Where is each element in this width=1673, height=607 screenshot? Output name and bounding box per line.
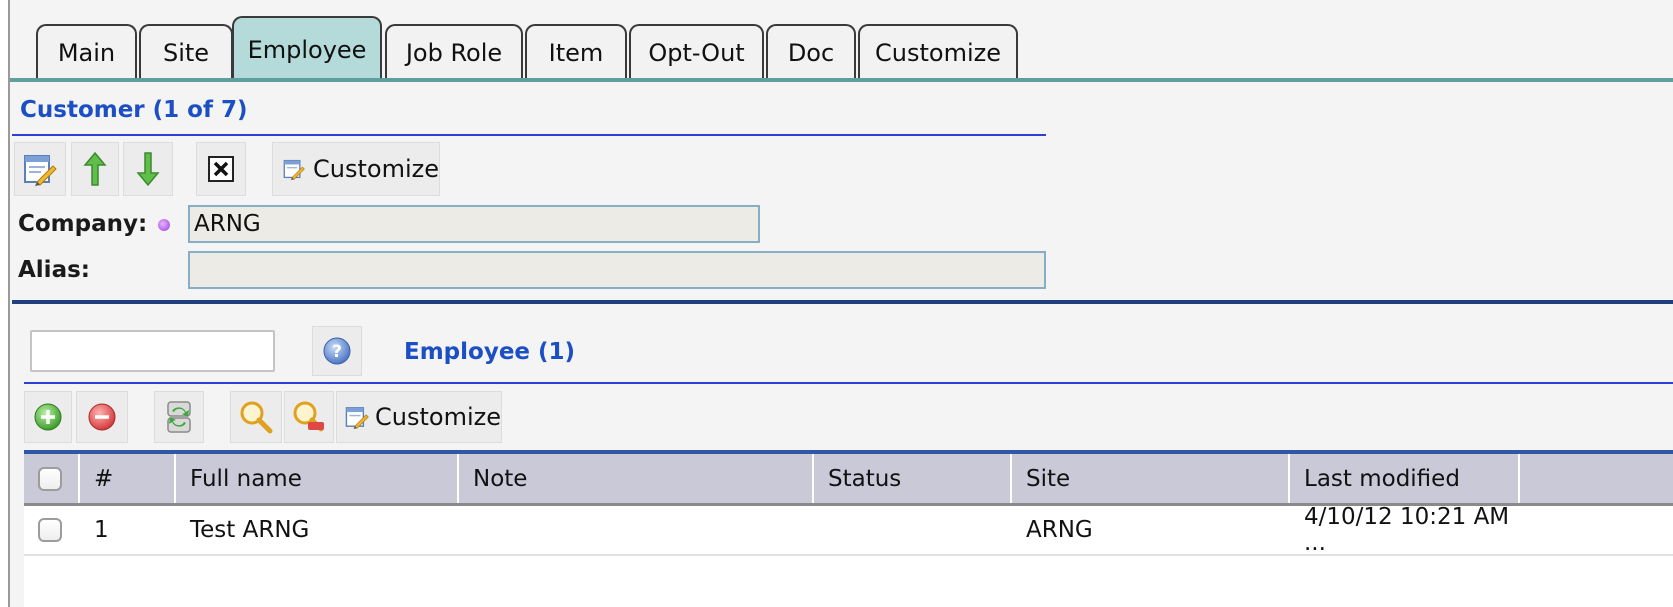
help-button[interactable]: ? xyxy=(312,326,362,376)
tab-employee[interactable]: Employee xyxy=(232,16,382,82)
delete-button[interactable] xyxy=(196,142,246,196)
search-icon xyxy=(240,401,273,434)
company-field[interactable]: ARNG xyxy=(188,205,760,243)
employee-search-input[interactable] xyxy=(30,330,275,372)
row-last-modified: 4/10/12 10:21 AM ... xyxy=(1304,504,1510,556)
tab-bar-underline xyxy=(10,78,1673,82)
tab-main[interactable]: Main xyxy=(36,24,137,80)
section-divider xyxy=(12,300,1673,304)
tab-bar: Main Site Employee Job Role Item Opt-Out… xyxy=(10,0,1673,82)
customize-label: Customize xyxy=(313,155,439,183)
search-button[interactable] xyxy=(230,391,282,443)
close-box-icon xyxy=(208,156,234,182)
customer-section-title: Customer (1 of 7) xyxy=(20,97,248,123)
header-status[interactable]: Status xyxy=(814,454,1012,503)
header-full-name[interactable]: Full name xyxy=(176,454,459,503)
company-label: Company: xyxy=(18,211,148,237)
table-row[interactable]: 1 Test ARNG ARNG 4/10/12 10:21 AM ... xyxy=(24,504,1673,556)
app-frame: Main Site Employee Job Role Item Opt-Out… xyxy=(8,0,1673,607)
add-icon xyxy=(34,403,62,431)
tab-label: Main xyxy=(57,39,116,67)
arrow-down-icon xyxy=(136,152,160,187)
tab-label: Opt-Out xyxy=(648,39,745,67)
row-note xyxy=(459,506,814,554)
row-site: ARNG xyxy=(1026,517,1093,543)
employee-title-divider xyxy=(24,382,1673,384)
grid-header: # Full name Note Status Site Last modifi… xyxy=(24,454,1673,506)
header-last-modified[interactable]: Last modified xyxy=(1290,454,1520,503)
remove-employee-button[interactable] xyxy=(76,391,128,443)
header-select-all[interactable] xyxy=(24,454,80,503)
grid-customize-button[interactable]: Customize xyxy=(336,391,502,443)
clear-search-button[interactable] xyxy=(284,391,334,443)
column-header-label: Note xyxy=(473,465,528,492)
row-select[interactable] xyxy=(24,506,80,554)
edit-icon xyxy=(24,155,57,186)
tab-label: Site xyxy=(162,39,210,67)
alias-field[interactable] xyxy=(188,251,1046,289)
customize-label: Customize xyxy=(375,403,501,431)
tab-site[interactable]: Site xyxy=(139,24,233,80)
edit-button[interactable] xyxy=(14,142,66,196)
row-status xyxy=(814,506,1012,554)
move-up-button[interactable] xyxy=(71,142,119,196)
alias-label: Alias: xyxy=(18,257,90,283)
clear-search-icon xyxy=(293,401,324,432)
employee-grid: # Full name Note Status Site Last modifi… xyxy=(24,450,1673,607)
header-extra xyxy=(1520,454,1673,503)
row-number: 1 xyxy=(94,517,109,543)
column-header-label: Full name xyxy=(190,465,302,492)
refresh-icon xyxy=(167,401,191,433)
customize-button[interactable]: Customize xyxy=(272,142,440,196)
row-full-name: Test ARNG xyxy=(190,517,310,543)
column-header-label: Last modified xyxy=(1304,465,1460,492)
remove-icon xyxy=(88,403,116,431)
move-down-button[interactable] xyxy=(123,142,173,196)
column-header-label: Status xyxy=(828,465,902,492)
customize-icon xyxy=(345,407,369,430)
header-note[interactable]: Note xyxy=(459,454,814,503)
column-header-label: # xyxy=(94,465,114,492)
select-all-checkbox[interactable] xyxy=(38,466,62,491)
header-site[interactable]: Site xyxy=(1012,454,1290,503)
tab-job-role[interactable]: Job Role xyxy=(385,24,523,80)
header-number[interactable]: # xyxy=(80,454,176,503)
tab-label: Item xyxy=(548,39,604,67)
tab-label: Customize xyxy=(875,39,1001,67)
tab-opt-out[interactable]: Opt-Out xyxy=(629,24,764,80)
customize-icon xyxy=(283,159,305,181)
required-indicator-icon xyxy=(158,219,170,231)
tab-item[interactable]: Item xyxy=(525,24,627,80)
svg-text:?: ? xyxy=(332,342,342,362)
help-icon: ? xyxy=(323,337,351,365)
refresh-button[interactable] xyxy=(154,391,204,443)
tab-customize[interactable]: Customize xyxy=(858,24,1018,80)
tab-label: Doc xyxy=(787,39,835,67)
arrow-up-icon xyxy=(83,151,107,186)
tab-label: Job Role xyxy=(405,39,503,67)
tab-doc[interactable]: Doc xyxy=(766,24,856,80)
tab-label: Employee xyxy=(247,36,367,64)
customer-title-divider xyxy=(12,134,1046,136)
employee-section-title: Employee (1) xyxy=(404,339,576,365)
column-header-label: Site xyxy=(1026,465,1071,492)
add-employee-button[interactable] xyxy=(24,391,72,443)
row-checkbox[interactable] xyxy=(38,518,62,542)
